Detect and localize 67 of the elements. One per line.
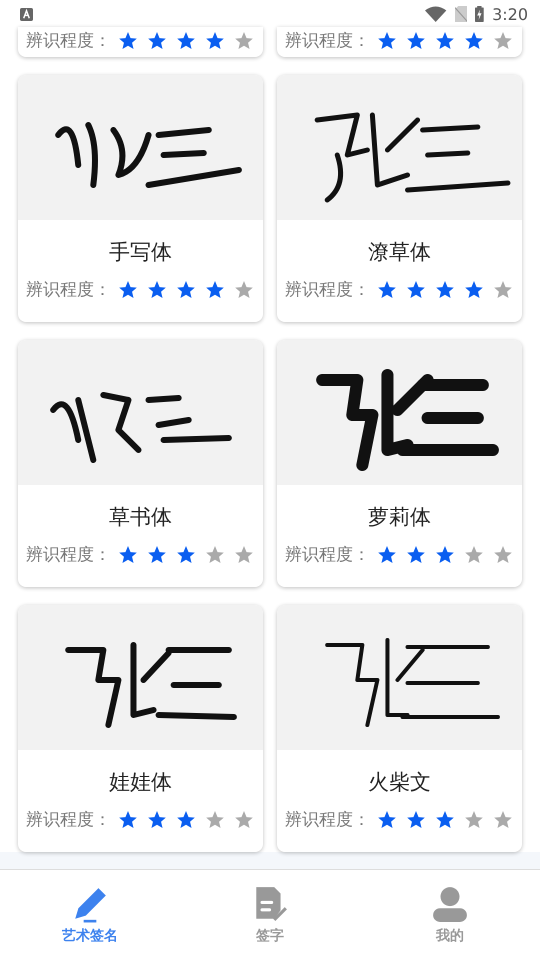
star-icon (235, 281, 253, 298)
rating-label: 辨识程度： (26, 279, 111, 301)
star-icon (465, 281, 483, 298)
signature-card[interactable]: 萝莉体 辨识程度： (277, 340, 522, 587)
star-icon (436, 32, 454, 49)
star-icon (465, 811, 483, 828)
star-icon (378, 281, 396, 298)
star-icon (407, 546, 425, 563)
star-icon (378, 546, 396, 563)
star-icon (206, 546, 224, 563)
star-icon (378, 811, 396, 828)
star-icon (465, 546, 483, 563)
star-icon (148, 32, 166, 49)
star-icon (206, 281, 224, 298)
star-icon (465, 32, 483, 49)
star-icon (436, 546, 454, 563)
signature-card[interactable]: 辨识程度： (18, 27, 263, 57)
font-name: 潦草体 (367, 239, 432, 266)
star-icon (119, 281, 137, 298)
signature-card[interactable]: 辨识程度： (277, 27, 522, 57)
rating-label: 辨识程度： (26, 544, 111, 566)
star-icon (177, 546, 195, 563)
star-icon (148, 281, 166, 298)
rating-label: 辨识程度： (285, 544, 370, 566)
star-icon (177, 811, 195, 828)
rating-label: 辨识程度： (26, 809, 111, 831)
star-icon (148, 546, 166, 563)
star-icon (119, 32, 137, 49)
signature-card[interactable]: 娃娃体 辨识程度： (18, 605, 263, 852)
star-icon (378, 32, 396, 49)
nav-tab[interactable]: 艺术签名 (0, 870, 180, 960)
star-icon (206, 32, 224, 49)
font-name: 萝莉体 (367, 504, 432, 531)
star-icon (235, 811, 253, 828)
star-icon (407, 32, 425, 49)
star-icon (119, 546, 137, 563)
rating-label: 辨识程度： (285, 809, 370, 831)
star-icon (494, 811, 512, 828)
battery-charging-icon (475, 6, 484, 22)
status-time: 3:20 (492, 4, 528, 24)
person-icon (431, 885, 469, 923)
star-icon (235, 32, 253, 49)
font-name: 娃娃体 (108, 769, 173, 796)
star-icon (235, 546, 253, 563)
rating-label: 辨识程度： (285, 279, 370, 301)
star-icon (407, 281, 425, 298)
font-name: 手写体 (108, 239, 173, 266)
font-name: 火柴文 (367, 769, 432, 796)
star-icon (177, 281, 195, 298)
star-icon (177, 32, 195, 49)
star-icon (436, 811, 454, 828)
star-icon (407, 811, 425, 828)
wifi-icon (425, 6, 447, 22)
signature-card[interactable]: 草书体 辨识程度： (18, 340, 263, 587)
star-icon (148, 811, 166, 828)
star-icon (436, 281, 454, 298)
signature-card[interactable]: 手写体 辨识程度： (18, 75, 263, 322)
star-icon (206, 811, 224, 828)
rating-label: 辨识程度： (26, 30, 111, 52)
rating-label: 辨识程度： (285, 30, 370, 52)
star-icon (119, 811, 137, 828)
signature-card[interactable]: 火柴文 辨识程度： (277, 605, 522, 852)
signature-card[interactable]: 潦草体 辨识程度： (277, 75, 522, 322)
font-name: 草书体 (108, 504, 173, 531)
star-icon (494, 546, 512, 563)
star-icon (494, 281, 512, 298)
star-icon (494, 32, 512, 49)
